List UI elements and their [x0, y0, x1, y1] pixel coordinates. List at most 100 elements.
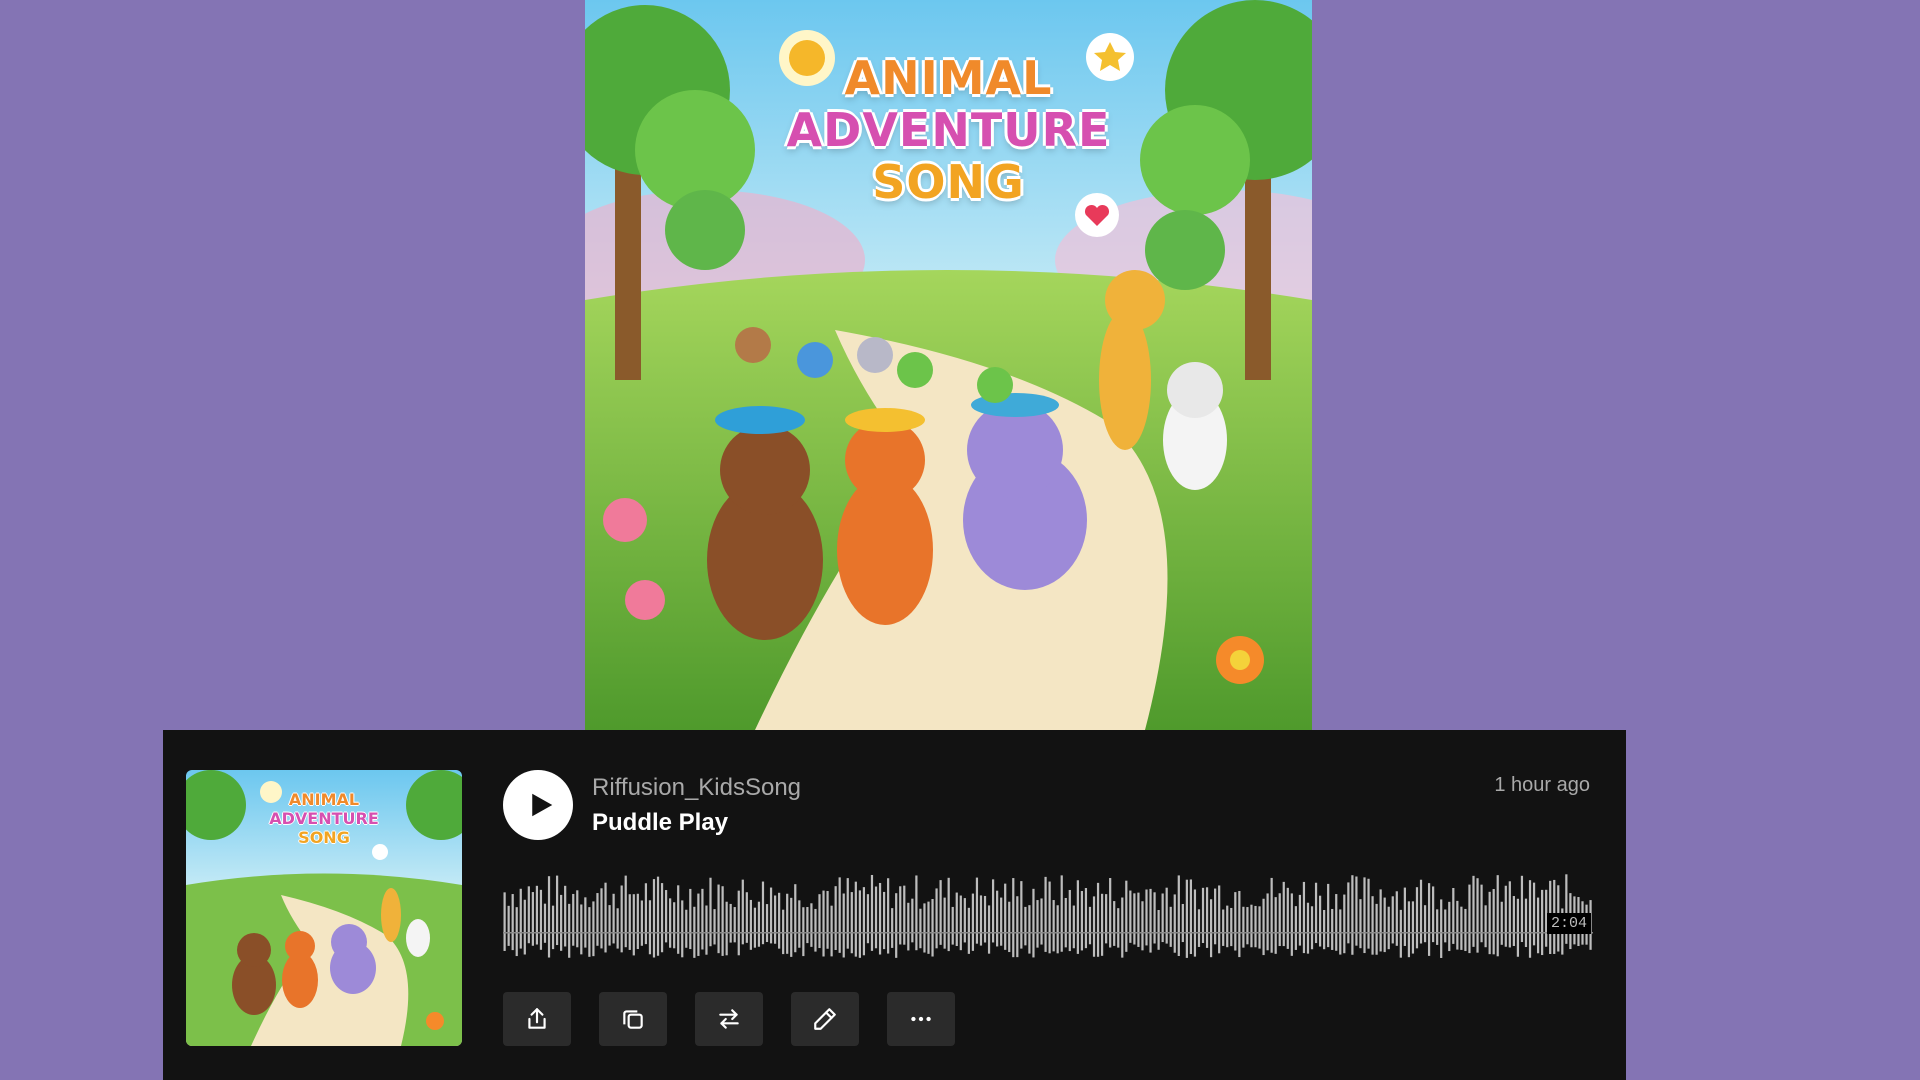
waveform-bar [1541, 889, 1544, 956]
waveform-scrubber[interactable] [503, 870, 1593, 962]
waveform-bar [1464, 908, 1467, 952]
waveform-bar [1165, 887, 1168, 944]
waveform-bars [503, 874, 1593, 958]
waveform-bar [757, 901, 761, 947]
waveform-bar [1084, 888, 1088, 949]
waveform-bar [951, 906, 954, 945]
waveform-bar [983, 895, 987, 943]
waveform-bar [741, 879, 744, 945]
share-button[interactable] [503, 992, 571, 1046]
waveform-bar [1379, 889, 1382, 952]
song-title[interactable]: Puddle Play [592, 809, 728, 837]
waveform-bar [1008, 901, 1011, 953]
waveform-bar [899, 886, 902, 945]
waveform-bar [943, 897, 946, 949]
waveform-bar [535, 885, 539, 945]
waveform-bar [547, 876, 551, 958]
waveform-bar [939, 880, 942, 945]
artist-name[interactable]: Riffusion_KidsSong [592, 774, 801, 802]
waveform-bar [664, 890, 668, 943]
waveform-bar [701, 888, 704, 950]
waveform-bar [648, 900, 652, 955]
waveform-bar [919, 908, 922, 949]
waveform-baseline [503, 932, 1593, 934]
waveform-bar [1512, 896, 1515, 946]
waveform-bar [786, 893, 789, 954]
waveform-bar [996, 890, 999, 947]
waveform-bar [878, 882, 882, 955]
waveform-bar [1197, 909, 1201, 947]
track-player-card: ANIMAL ADVENTURE SONG Riffusion_KidsSong… [163, 730, 1626, 1080]
swap-button[interactable] [695, 992, 763, 1046]
waveform-bar [523, 899, 526, 955]
play-button[interactable] [503, 770, 573, 840]
waveform-bar [616, 908, 619, 949]
waveform-bar [1270, 877, 1273, 953]
waveform-bar [1355, 876, 1358, 946]
waveform-bar [555, 875, 559, 946]
waveform-bar [1399, 909, 1402, 958]
waveform-bar [810, 903, 813, 947]
waveform-bar [1452, 888, 1455, 944]
waveform-bar [1536, 897, 1540, 954]
track-thumbnail[interactable]: ANIMAL ADVENTURE SONG [186, 770, 462, 1046]
waveform-bar [846, 878, 849, 949]
waveform-bar [656, 876, 660, 956]
waveform-bar [511, 894, 514, 951]
waveform-bar [660, 883, 664, 953]
waveform-bar [624, 875, 627, 948]
waveform-bar [564, 885, 567, 947]
waveform-bar [1432, 886, 1435, 943]
waveform-bar [725, 901, 728, 956]
waveform-bar [1423, 905, 1427, 943]
cover-title-line-3: SONG [872, 155, 1025, 209]
waveform-bar [689, 888, 692, 950]
waveform-bar [1343, 894, 1346, 954]
waveform-bar [1254, 905, 1257, 948]
edit-button[interactable] [791, 992, 859, 1046]
waveform-bar [685, 909, 688, 948]
waveform-bar [1298, 894, 1302, 946]
waveform-bar [1238, 890, 1241, 958]
waveform-bar [911, 898, 914, 943]
waveform-bar [1072, 905, 1075, 949]
waveform-bar [931, 899, 934, 957]
waveform-bar [709, 877, 712, 947]
waveform-bar [1064, 897, 1067, 948]
waveform-bar [1016, 896, 1019, 958]
thumbnail-title-line-3: SONG [298, 828, 350, 847]
waveform-bar [1137, 892, 1140, 947]
waveform-bar [592, 901, 595, 957]
waveform-bar [765, 904, 769, 943]
waveform-bar [1532, 882, 1536, 946]
waveform-bar [1032, 888, 1035, 958]
waveform-bar [1314, 882, 1318, 944]
edit-icon [814, 1008, 836, 1030]
more-button[interactable] [887, 992, 955, 1046]
waveform-bar [1226, 905, 1229, 948]
waveform-bar [1157, 910, 1160, 950]
waveform-bar [1105, 894, 1108, 944]
waveform-bar [612, 893, 615, 944]
waveform-bar [560, 894, 563, 951]
waveform-bar [1335, 894, 1338, 951]
cover-title-line-2: ADVENTURE [786, 103, 1111, 157]
waveform-bar [1524, 898, 1528, 948]
waveform-bar [733, 907, 736, 943]
waveform-bar [814, 908, 817, 952]
waveform-bar [1173, 894, 1176, 953]
swap-icon [719, 1009, 739, 1029]
waveform-bar [1508, 881, 1511, 948]
waveform-bar [967, 907, 970, 954]
waveform-bar [1004, 883, 1007, 950]
waveform-bar [737, 890, 740, 956]
waveform-bar [903, 885, 906, 945]
waveform-bar [580, 904, 583, 955]
waveform-bar [1274, 897, 1277, 954]
waveform-bar [955, 892, 958, 947]
copy-button[interactable] [599, 992, 667, 1046]
waveform-bar [1125, 880, 1128, 952]
waveform-bar [608, 905, 611, 946]
waveform-bar [503, 892, 506, 951]
waveform-bar [1218, 885, 1221, 954]
